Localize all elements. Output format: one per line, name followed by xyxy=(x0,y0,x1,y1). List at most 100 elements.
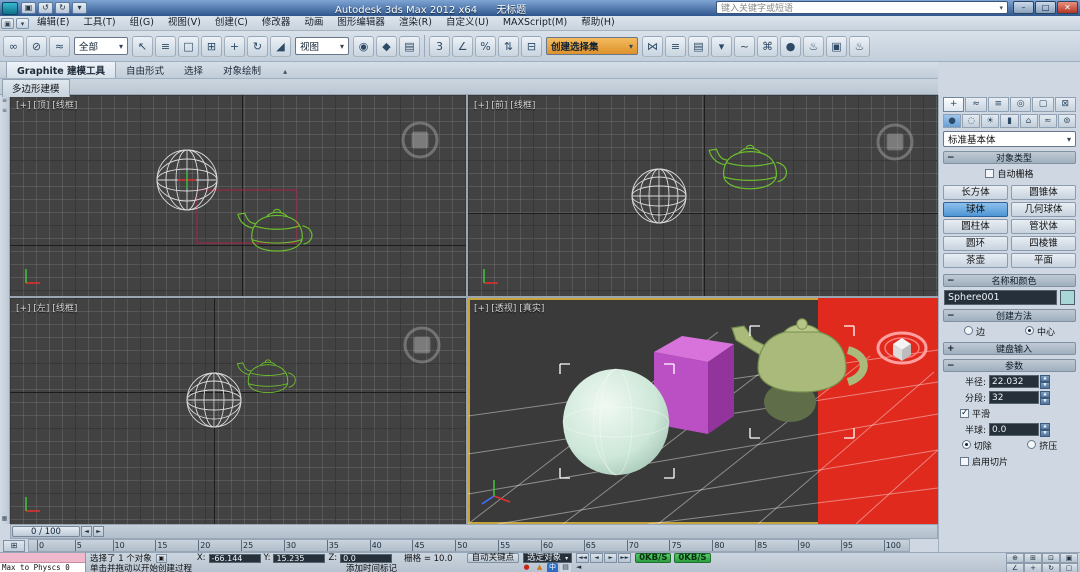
zoom-icon[interactable]: ⊕ xyxy=(1006,553,1024,563)
category-shapes[interactable]: ◌ xyxy=(962,114,980,128)
menu-item-3[interactable]: 视图(V) xyxy=(161,16,208,30)
autogrid-checkbox[interactable] xyxy=(985,169,994,178)
layer-manager-icon[interactable]: ▤ xyxy=(688,36,709,57)
zoom-extents-all-icon[interactable]: ▣ xyxy=(1060,553,1078,563)
zoom-extents-icon[interactable]: ⊡ xyxy=(1042,553,1060,563)
coord-field-Y[interactable]: 15.235 xyxy=(273,554,325,563)
viewcube-perspective[interactable] xyxy=(878,333,926,363)
viewport-top[interactable]: [+] [顶] [线框] xyxy=(10,95,466,296)
align-icon[interactable]: ≡ xyxy=(665,36,686,57)
rollout-name-color[interactable]: − 名称和颜色 xyxy=(943,274,1076,287)
smooth-checkbox[interactable] xyxy=(960,409,969,418)
redo-icon[interactable]: ↻ xyxy=(55,2,70,14)
select-and-move-icon[interactable]: + xyxy=(224,36,245,57)
orbit-icon[interactable]: ↻ xyxy=(1042,563,1060,572)
ribbon-tab-Graphite 建模工具[interactable]: Graphite 建模工具 xyxy=(6,60,116,78)
menu-item-9[interactable]: 自定义(U) xyxy=(439,16,496,30)
menu-item-6[interactable]: 动画 xyxy=(297,16,330,30)
sphere-object-left-view[interactable] xyxy=(187,373,241,427)
object-type-button-平面[interactable]: 平面 xyxy=(1011,253,1076,268)
hemisphere-field[interactable]: 0.0 xyxy=(989,423,1039,436)
mirror-icon[interactable]: ⋈ xyxy=(642,36,663,57)
squash-radio[interactable] xyxy=(1027,440,1036,449)
keyboard-override-icon[interactable]: ▤ xyxy=(399,36,420,57)
viewport-left-label[interactable]: [+] [左] [线框] xyxy=(16,301,77,314)
render-setup-icon[interactable]: ♨ xyxy=(803,36,824,57)
previous-frame-button[interactable]: ◄ xyxy=(81,526,92,537)
quick-access-dropdown-icon[interactable]: ▾ xyxy=(72,2,87,14)
select-by-name-icon[interactable]: ≡ xyxy=(155,36,176,57)
add-time-tag[interactable]: 添加时间标记 xyxy=(346,562,397,572)
go-to-start-icon[interactable]: ◄◄ xyxy=(576,553,589,563)
auto-key-button[interactable]: 自动关键点 xyxy=(467,553,520,563)
dock-grid-icon[interactable]: ▦ xyxy=(1,515,9,523)
object-type-button-球体[interactable]: 球体 xyxy=(943,202,1008,217)
ribbon-tab-对象绘制[interactable]: 对象绘制 xyxy=(213,61,271,78)
ime-cn-badge[interactable]: 中 xyxy=(547,563,558,572)
macro-recorder-line[interactable] xyxy=(0,553,85,563)
category-space-warps[interactable]: ≈ xyxy=(1039,114,1057,128)
unlink-selection-icon[interactable]: ⊘ xyxy=(26,36,47,57)
enable-slice-checkbox[interactable] xyxy=(960,457,969,466)
next-frame-button[interactable]: ► xyxy=(93,526,104,537)
viewport-perspective[interactable]: [+] [透视] [真实] xyxy=(468,298,938,524)
undo-icon[interactable]: ↺ xyxy=(38,2,53,14)
tray-collapse-icon[interactable]: ◄ xyxy=(573,563,584,572)
menu-item-1[interactable]: 工具(T) xyxy=(76,16,122,30)
render-production-icon[interactable]: ♨ xyxy=(849,36,870,57)
category-cameras[interactable]: ▮ xyxy=(1000,114,1018,128)
select-and-manipulate-icon[interactable]: ◆ xyxy=(376,36,397,57)
previous-frame-icon[interactable]: ◄ xyxy=(590,553,603,563)
object-type-button-长方体[interactable]: 长方体 xyxy=(943,185,1008,200)
snap-toggle-3d-icon[interactable]: 3 xyxy=(429,36,450,57)
schematic-view-icon[interactable]: ⌘ xyxy=(757,36,778,57)
ribbon-subtab-polygon-modeling[interactable]: 多边形建模 xyxy=(2,79,70,97)
workspace-icon[interactable]: ▣ xyxy=(1,18,14,29)
app-logo-icon[interactable] xyxy=(2,2,18,15)
time-slider-handle[interactable]: 0 / 100 xyxy=(12,526,80,537)
menu-item-11[interactable]: 帮助(H) xyxy=(574,16,622,30)
category-lights[interactable]: ☀ xyxy=(981,114,999,128)
plugin-icon[interactable]: ▲ xyxy=(534,563,545,572)
ribbon-tab-自由形式[interactable]: 自由形式 xyxy=(116,61,174,78)
viewport-front[interactable]: [+] [前] [线框] xyxy=(468,95,938,296)
teapot-object-front-view[interactable] xyxy=(709,145,786,189)
infocenter-search-input[interactable]: 键入关键字或短语 xyxy=(716,1,1008,14)
dock-handle-icon[interactable]: ≡ xyxy=(1,97,9,105)
menu-item-0[interactable]: 编辑(E) xyxy=(30,16,76,30)
pan-icon[interactable]: + xyxy=(1024,563,1042,572)
use-pivot-center-icon[interactable]: ◉ xyxy=(353,36,374,57)
app-arrow-icon[interactable]: ▾ xyxy=(16,18,29,29)
chop-radio[interactable] xyxy=(962,440,971,449)
close-button[interactable]: ✕ xyxy=(1057,1,1078,14)
select-and-rotate-icon[interactable]: ↻ xyxy=(247,36,268,57)
sphere-object-top-view[interactable] xyxy=(157,150,217,210)
fov-icon[interactable]: ∠ xyxy=(1006,563,1024,572)
object-type-button-圆锥体[interactable]: 圆锥体 xyxy=(1011,185,1076,200)
sphere-object-perspective[interactable] xyxy=(563,369,669,475)
menu-item-7[interactable]: 图形编辑器 xyxy=(330,16,392,30)
segments-field[interactable]: 32 xyxy=(989,391,1039,404)
tab-motion[interactable]: ◎ xyxy=(1010,97,1031,112)
sphere-object-front-view[interactable] xyxy=(632,169,686,223)
category-helpers[interactable]: ⌂ xyxy=(1020,114,1038,128)
ribbon-tab-选择[interactable]: 选择 xyxy=(174,61,213,78)
save-icon[interactable]: ▣ xyxy=(21,2,36,14)
ribbon-minimize-icon[interactable]: ▴ xyxy=(279,65,291,78)
listener-line[interactable]: Max to Physcs 0 xyxy=(0,563,85,572)
maximize-button[interactable]: □ xyxy=(1035,1,1056,14)
creation-method-radio-中心[interactable] xyxy=(1025,326,1034,335)
key-mode-dropdown[interactable]: 选定对象 xyxy=(523,553,572,563)
creation-method-radio-边[interactable] xyxy=(964,326,973,335)
curve-editor-icon[interactable]: ~ xyxy=(734,36,755,57)
object-type-button-圆柱体[interactable]: 圆柱体 xyxy=(943,219,1008,234)
time-slider-track[interactable]: 0 / 100 ◄ ► xyxy=(10,524,938,539)
segments-spinner[interactable]: ▲▼ xyxy=(1040,391,1050,404)
select-object-icon[interactable]: ↖ xyxy=(132,36,153,57)
go-to-end-icon[interactable]: ►► xyxy=(618,553,631,563)
rollout-object-type[interactable]: − 对象类型 xyxy=(943,151,1076,164)
record-icon[interactable]: ● xyxy=(521,563,532,572)
viewport-top-label[interactable]: [+] [顶] [线框] xyxy=(16,98,77,111)
spinner-snap-icon[interactable]: ⇅ xyxy=(498,36,519,57)
viewport-perspective-label[interactable]: [+] [透视] [真实] xyxy=(474,301,544,314)
